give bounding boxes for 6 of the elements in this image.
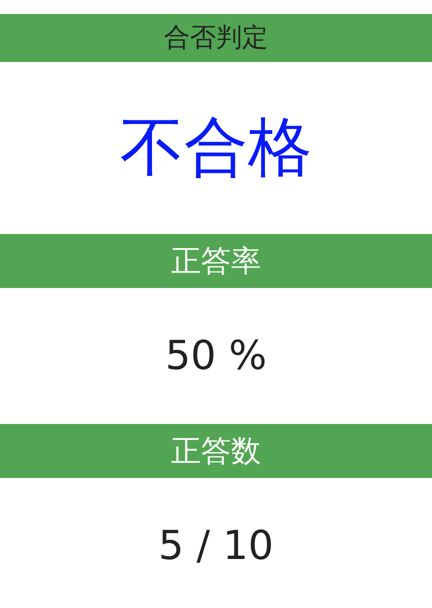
stat-value: 50 %: [165, 334, 267, 378]
section-header: 正答数: [0, 424, 432, 478]
result-text: 不合格: [120, 112, 312, 184]
section-header: 合否判定: [0, 14, 432, 62]
stat-value: 5 / 10: [158, 524, 274, 568]
section-header: 正答率: [0, 234, 432, 288]
